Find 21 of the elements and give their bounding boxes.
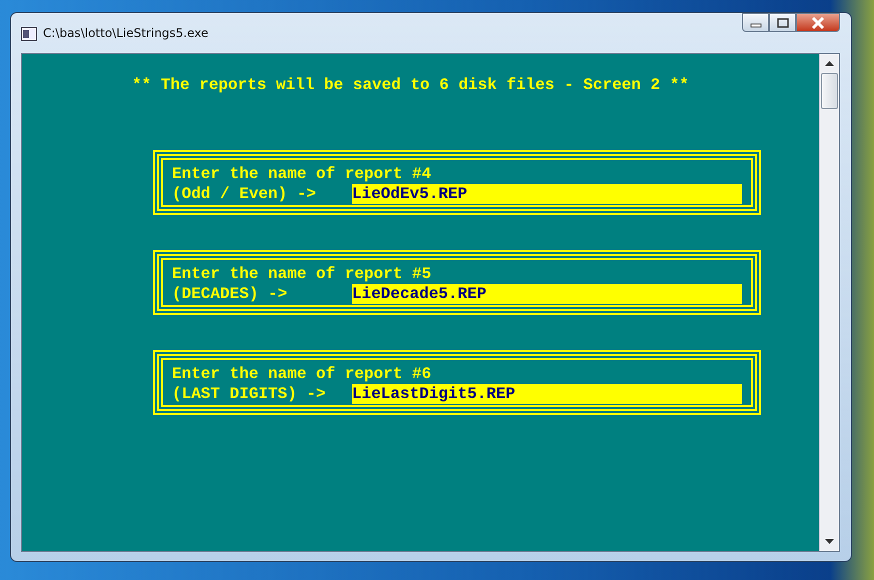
vertical-scrollbar[interactable] bbox=[819, 54, 839, 551]
report-prompt: Enter the name of report #6 bbox=[172, 364, 432, 384]
close-button[interactable] bbox=[796, 13, 840, 32]
filename-field[interactable]: LieLastDigit5.REP bbox=[352, 384, 742, 404]
minimize-button[interactable] bbox=[742, 13, 769, 32]
screen-heading: ** The reports will be saved to 6 disk files - Screen 2 ** bbox=[132, 76, 690, 94]
close-icon bbox=[811, 16, 825, 28]
report-prompt: Enter the name of report #4 bbox=[172, 164, 432, 184]
report-label: (Odd / Even) -> bbox=[172, 184, 318, 204]
scroll-thumb[interactable] bbox=[821, 73, 838, 109]
report-label: (LAST DIGITS) -> bbox=[172, 384, 327, 404]
filename-field[interactable]: LieOdEv5.REP bbox=[352, 184, 742, 204]
scroll-down-icon[interactable] bbox=[825, 539, 834, 544]
report-label: (DECADES) -> bbox=[172, 284, 288, 304]
filename-field[interactable]: LieDecade5.REP bbox=[352, 284, 742, 304]
report-prompt: Enter the name of report #5 bbox=[172, 264, 432, 284]
maximize-icon bbox=[776, 18, 788, 28]
maximize-button[interactable] bbox=[769, 13, 796, 32]
window-title: C:\bas\lotto\LieStrings5.exe bbox=[43, 26, 208, 40]
window-icon bbox=[21, 27, 37, 41]
scroll-up-icon[interactable] bbox=[825, 61, 834, 66]
